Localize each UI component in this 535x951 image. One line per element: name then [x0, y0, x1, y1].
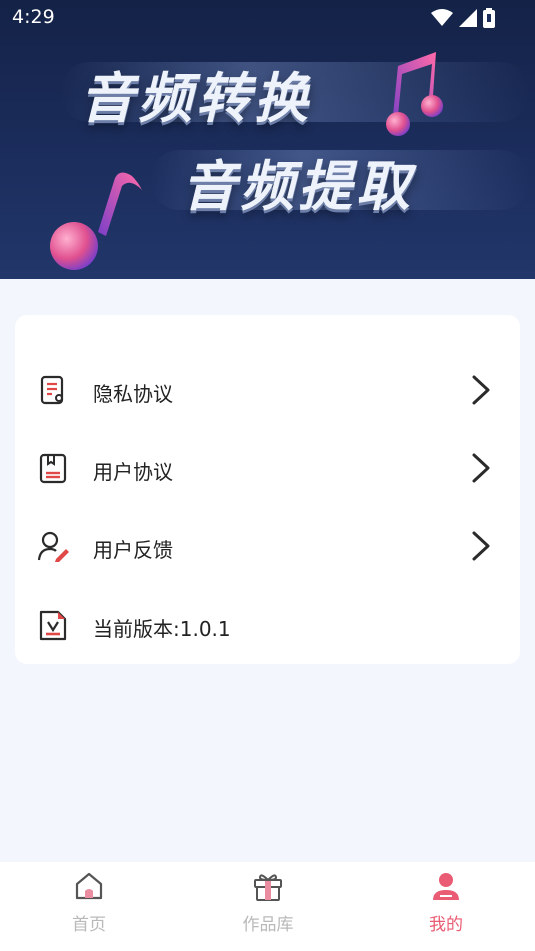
menu-item-version: 当前版本:1.0.1 [15, 595, 520, 655]
header-banner: 音频转换 音频提取 4:29 [0, 0, 535, 279]
chevron-right-icon [472, 453, 490, 483]
tab-label: 作品库 [242, 915, 294, 935]
tab-home[interactable]: 首页 [29, 870, 149, 945]
feedback-icon [37, 531, 69, 562]
banner-title-convert: 音频转换 [80, 67, 312, 130]
menu-item-label: 用户协议 [93, 460, 173, 484]
gift-icon [254, 874, 282, 901]
version-icon [39, 610, 67, 641]
profile-icon [433, 873, 459, 900]
status-time: 4:29 [12, 6, 55, 28]
wifi-icon [431, 9, 453, 26]
chevron-right-icon [472, 375, 490, 405]
privacy-doc-icon [40, 375, 64, 405]
battery-icon [483, 8, 495, 28]
chevron-right-icon [472, 531, 490, 561]
settings-card: 隐私协议 用户协议 用户反馈 当前版本:1.0.1 [15, 315, 520, 664]
status-bar: 4:29 [0, 0, 535, 36]
home-icon [75, 872, 103, 900]
music-notes-graphic [50, 52, 443, 270]
tab-label: 我的 [429, 915, 463, 935]
tab-profile[interactable]: 我的 [386, 870, 506, 945]
menu-item-label: 隐私协议 [93, 382, 173, 406]
tab-label: 首页 [72, 915, 106, 935]
tab-works[interactable]: 作品库 [208, 870, 328, 945]
bottom-tab-bar: 首页 作品库 我的 [0, 862, 535, 951]
menu-item-user-agreement[interactable]: 用户协议 [15, 438, 520, 498]
user-agreement-icon [39, 453, 67, 484]
menu-item-label: 用户反馈 [93, 538, 173, 562]
signal-icon [459, 9, 477, 27]
banner-title-extract: 音频提取 [182, 155, 414, 218]
menu-item-label: 当前版本:1.0.1 [93, 617, 231, 641]
menu-item-privacy[interactable]: 隐私协议 [15, 360, 520, 420]
menu-item-feedback[interactable]: 用户反馈 [15, 516, 520, 576]
